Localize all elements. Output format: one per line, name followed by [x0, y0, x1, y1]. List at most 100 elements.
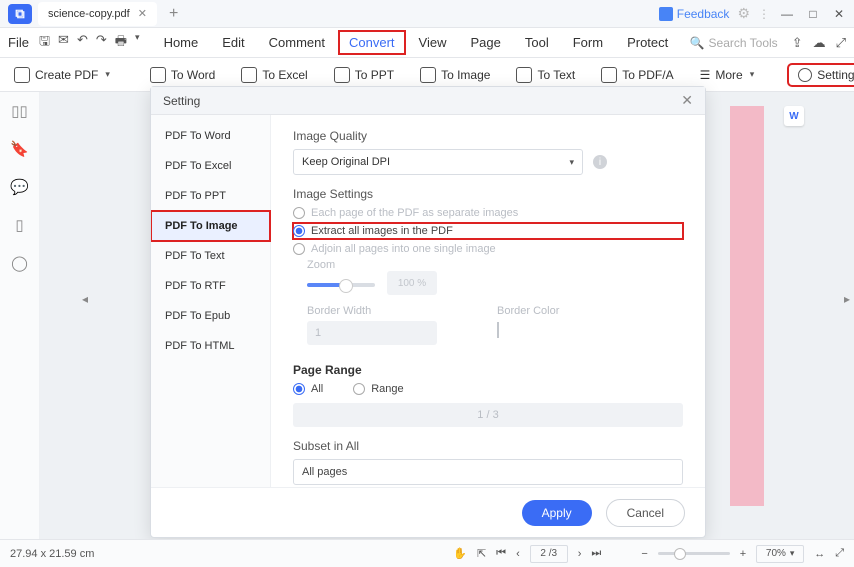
hand-tool-icon[interactable]: ✋ — [453, 547, 467, 560]
page-range-range[interactable]: Range — [353, 383, 403, 395]
gear-icon — [798, 68, 812, 82]
last-page-icon[interactable]: ⏭ — [591, 547, 601, 560]
nav-pdf-to-ppt[interactable]: PDF To PPT — [151, 181, 270, 211]
redo-icon[interactable]: ↷ — [96, 32, 107, 54]
subset-select[interactable]: All pages — [293, 459, 683, 485]
prev-page-icon[interactable]: ‹ — [516, 548, 520, 560]
zoom-label: Zoom — [307, 259, 437, 271]
border-color-label: Border Color — [497, 305, 559, 317]
collapse-right-icon[interactable]: ▸ — [844, 292, 850, 306]
menu-tool[interactable]: Tool — [515, 31, 559, 54]
menu-comment[interactable]: Comment — [259, 31, 335, 54]
nav-pdf-to-excel[interactable]: PDF To Excel — [151, 151, 270, 181]
mail-icon[interactable]: ✉ — [58, 32, 69, 54]
thumbnails-icon[interactable]: ▯▯ — [11, 102, 28, 120]
to-excel-button[interactable]: To Excel — [235, 63, 313, 87]
chevron-down-icon: ▾ — [569, 157, 574, 168]
info-icon[interactable]: i — [593, 155, 607, 169]
to-image-button[interactable]: To Image — [414, 63, 496, 87]
page-range-input[interactable]: 1 / 3 — [293, 403, 683, 427]
chevron-down-icon: ▾ — [105, 69, 110, 80]
zoom-in-icon[interactable]: + — [740, 548, 746, 560]
print-dropdown-icon[interactable]: ▾ — [135, 32, 140, 54]
close-tab-icon[interactable]: ✕ — [138, 7, 147, 20]
select-tool-icon[interactable]: ⇱ — [477, 547, 486, 560]
dialog-title: Setting — [163, 94, 200, 108]
kebab-icon[interactable]: ⋮ — [758, 7, 770, 21]
menu-protect[interactable]: Protect — [617, 31, 678, 54]
next-page-icon[interactable]: › — [578, 548, 582, 560]
to-text-button[interactable]: To Text — [510, 63, 581, 87]
settings-button[interactable]: Settings — [788, 64, 854, 86]
zoom-slider[interactable] — [307, 283, 375, 287]
page-preview — [730, 106, 764, 506]
comment-icon[interactable]: 💬 — [10, 178, 29, 196]
chevron-down-icon: ▾ — [750, 69, 755, 80]
zoom-slider[interactable] — [658, 552, 730, 555]
text-icon — [516, 67, 532, 83]
image-quality-select[interactable]: Keep Original DPI ▾ — [293, 149, 583, 175]
menu-edit[interactable]: Edit — [212, 31, 254, 54]
to-pdfa-button[interactable]: To PDF/A — [595, 63, 679, 87]
nav-pdf-to-epub[interactable]: PDF To Epub — [151, 301, 270, 331]
setting-dialog: Setting ✕ PDF To Word PDF To Excel PDF T… — [150, 86, 706, 538]
titlebar: ⧉ science-copy.pdf ✕ + Feedback ⚙ ⋮ — □ … — [0, 0, 854, 28]
nav-pdf-to-image[interactable]: PDF To Image — [151, 211, 270, 241]
cloud-icon[interactable]: ☁ — [813, 35, 826, 51]
fit-page-icon[interactable]: ⤢ — [835, 547, 844, 560]
pdfa-icon — [601, 67, 617, 83]
zoom-out-icon[interactable]: − — [641, 548, 647, 560]
border-width-label: Border Width — [307, 305, 437, 317]
collapse-left-icon[interactable]: ◂ — [82, 292, 88, 306]
menu-convert[interactable]: Convert — [339, 31, 405, 54]
word-badge-icon: W — [784, 106, 804, 126]
page-indicator[interactable]: 2 /3 — [530, 545, 568, 563]
menu-view[interactable]: View — [409, 31, 457, 54]
more-button[interactable]: ☰More▾ — [694, 64, 761, 86]
create-pdf-button[interactable]: Create PDF▾ — [8, 63, 116, 87]
expand-icon[interactable]: ⤢ — [836, 35, 846, 51]
menu-page[interactable]: Page — [461, 31, 511, 54]
opt-adjoin[interactable]: Adjoin all pages into one single image — [293, 243, 683, 255]
first-page-icon[interactable]: ⏮ — [496, 547, 506, 560]
dialog-close-button[interactable]: ✕ — [681, 92, 693, 109]
nav-pdf-to-word[interactable]: PDF To Word — [151, 121, 270, 151]
attachment-icon[interactable]: ▯ — [15, 216, 23, 234]
search-tools[interactable]: 🔍 Search Tools — [690, 36, 778, 50]
undo-icon[interactable]: ↶ — [77, 32, 88, 54]
statusbar: 27.94 x 21.59 cm ✋ ⇱ ⏮ ‹ 2 /3 › ⏭ − + 70… — [0, 539, 854, 567]
maximize-button[interactable]: □ — [804, 5, 822, 23]
new-tab-button[interactable]: + — [161, 5, 186, 23]
page-range-all[interactable]: All — [293, 383, 323, 395]
to-ppt-button[interactable]: To PPT — [328, 63, 400, 87]
zoom-level[interactable]: 70%▾ — [756, 545, 804, 563]
border-color-swatch[interactable] — [497, 322, 499, 338]
bookmark-icon[interactable]: 🔖 — [10, 140, 29, 158]
to-word-button[interactable]: To Word — [144, 63, 221, 87]
apply-button[interactable]: Apply — [522, 500, 592, 526]
menu-home[interactable]: Home — [154, 31, 209, 54]
nav-pdf-to-rtf[interactable]: PDF To RTF — [151, 271, 270, 301]
minimize-button[interactable]: — — [778, 5, 796, 23]
settings-gear-icon[interactable]: ⚙ — [737, 5, 750, 22]
page-dimensions: 27.94 x 21.59 cm — [10, 548, 453, 560]
feedback-button[interactable]: Feedback — [659, 7, 730, 21]
fit-width-icon[interactable]: ↔ — [814, 548, 825, 560]
close-window-button[interactable]: ✕ — [830, 5, 848, 23]
print-icon[interactable]: 🖶 — [115, 32, 127, 54]
document-tab[interactable]: science-copy.pdf ✕ — [38, 2, 157, 26]
menu-form[interactable]: Form — [563, 31, 613, 54]
dialog-header: Setting ✕ — [151, 87, 705, 115]
radio-icon — [293, 243, 305, 255]
opt-extract-all[interactable]: Extract all images in the PDF — [293, 223, 683, 239]
menu-file[interactable]: File — [8, 35, 29, 50]
border-width-input[interactable]: 1 — [307, 321, 437, 345]
cancel-button[interactable]: Cancel — [606, 499, 685, 527]
search-panel-icon[interactable]: ◯ — [11, 254, 28, 272]
save-icon[interactable]: 🖫 — [39, 32, 50, 54]
ppt-icon — [334, 67, 350, 83]
opt-each-page[interactable]: Each page of the PDF as separate images — [293, 207, 683, 219]
share-icon[interactable]: ⇪ — [792, 35, 803, 51]
nav-pdf-to-text[interactable]: PDF To Text — [151, 241, 270, 271]
nav-pdf-to-html[interactable]: PDF To HTML — [151, 331, 270, 361]
